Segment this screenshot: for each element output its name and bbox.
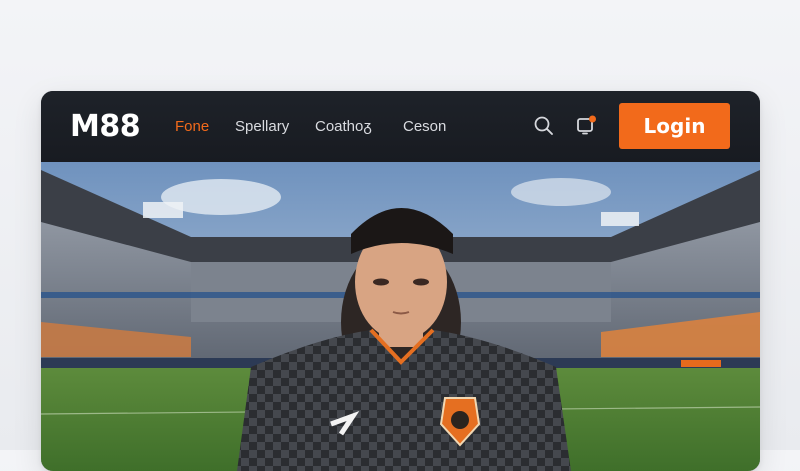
hero-image <box>41 162 760 471</box>
nav-item-home[interactable]: Fone <box>175 118 209 135</box>
login-button[interactable]: Login <box>619 103 730 149</box>
notification-icon[interactable] <box>575 115 597 137</box>
nav-item-4[interactable]: Ceson <box>403 118 446 135</box>
nav-item-3[interactable]: Coathoᵹ <box>315 118 372 135</box>
search-icon[interactable] <box>533 115 555 137</box>
nav-item-2[interactable]: Spellary <box>235 118 289 135</box>
top-navbar: M88 Fone Spellary Coathoᵹ Ceson Login <box>41 91 760 162</box>
app-window: M88 Fone Spellary Coathoᵹ Ceson Login <box>41 91 760 471</box>
brand-logo[interactable]: M88 <box>70 109 141 144</box>
hero-banner <box>41 162 760 471</box>
